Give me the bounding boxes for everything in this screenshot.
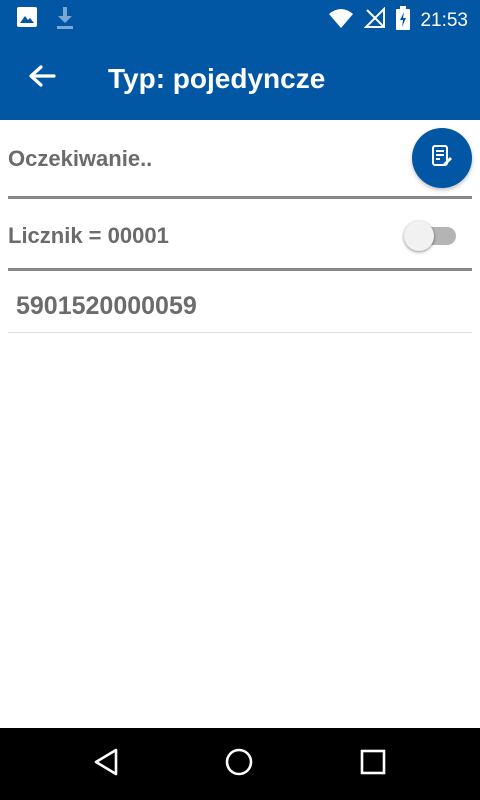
edit-document-icon <box>430 144 454 173</box>
navigation-bar <box>0 728 480 800</box>
battery-charging-icon <box>396 6 411 35</box>
counter-toggle[interactable] <box>404 220 458 252</box>
status-label: Oczekiwanie.. <box>8 146 153 171</box>
arrow-left-icon <box>28 64 56 93</box>
divider <box>8 268 472 271</box>
counter-label: Licznik = 00001 <box>8 223 169 248</box>
status-time: 21:53 <box>420 9 468 31</box>
back-button[interactable] <box>26 62 58 94</box>
recents-square-icon <box>359 748 387 781</box>
divider <box>8 196 472 199</box>
no-signal-icon <box>364 6 386 34</box>
app-bar: 21:53 Typ: pojedyncze <box>0 0 480 120</box>
image-icon <box>16 6 38 35</box>
toggle-thumb <box>404 221 434 251</box>
nav-recents-button[interactable] <box>353 744 393 784</box>
code-input[interactable]: 5901520000059 <box>16 292 197 321</box>
home-circle-icon <box>224 747 254 782</box>
wifi-icon <box>328 7 354 34</box>
page-title: Typ: pojedyncze <box>108 63 326 94</box>
nav-back-button[interactable] <box>86 744 126 784</box>
back-triangle-icon <box>92 747 120 782</box>
download-icon <box>54 6 76 35</box>
edit-button[interactable] <box>412 128 472 188</box>
nav-home-button[interactable] <box>219 744 259 784</box>
code-input-underline <box>8 332 472 333</box>
status-bar: 21:53 <box>0 0 480 38</box>
